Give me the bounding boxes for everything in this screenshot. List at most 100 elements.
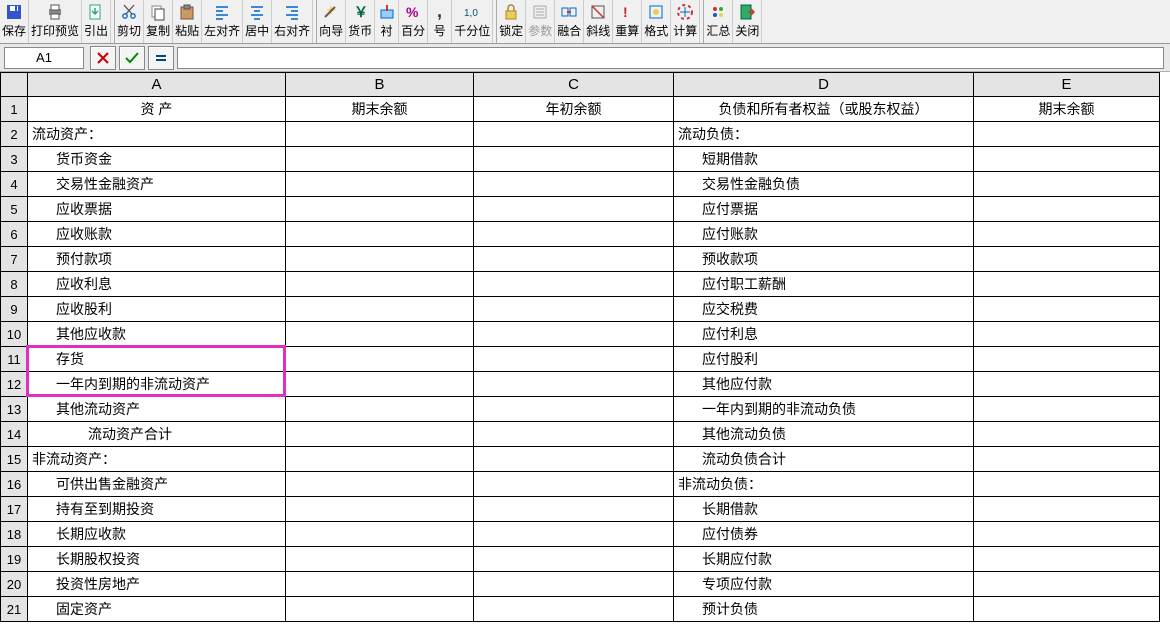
lock-button[interactable]: 锁定 <box>497 0 526 43</box>
cell-B9[interactable] <box>286 297 474 322</box>
cell-A12[interactable]: 一年内到期的非流动资产 <box>28 372 286 397</box>
cell-D5[interactable]: 应付票据 <box>674 197 974 222</box>
cell-B16[interactable] <box>286 472 474 497</box>
cell-D2[interactable]: 流动负债： <box>674 122 974 147</box>
row-header-12[interactable]: 12 <box>0 372 28 397</box>
wizard-button[interactable]: 向导 <box>317 0 346 43</box>
cell-D11[interactable]: 应付股利 <box>674 347 974 372</box>
row-header-3[interactable]: 3 <box>0 147 28 172</box>
cell-A7[interactable]: 预付款项 <box>28 247 286 272</box>
cell-A13[interactable]: 其他流动资产 <box>28 397 286 422</box>
row-header-8[interactable]: 8 <box>0 272 28 297</box>
cell-C12[interactable] <box>474 372 674 397</box>
cell-E10[interactable] <box>974 322 1160 347</box>
cell-A11[interactable]: 存货 <box>28 347 286 372</box>
cell-B7[interactable] <box>286 247 474 272</box>
params-button[interactable]: 参数 <box>526 0 555 43</box>
cell-C16[interactable] <box>474 472 674 497</box>
cell-D6[interactable]: 应付账款 <box>674 222 974 247</box>
column-header-C[interactable]: C <box>474 72 674 97</box>
cell-E15[interactable] <box>974 447 1160 472</box>
cell-E5[interactable] <box>974 197 1160 222</box>
cell-E12[interactable] <box>974 372 1160 397</box>
recalc-button[interactable]: !重算 <box>613 0 642 43</box>
row-header-21[interactable]: 21 <box>0 597 28 622</box>
cell-A6[interactable]: 应收账款 <box>28 222 286 247</box>
cell-D3[interactable]: 短期借款 <box>674 147 974 172</box>
cell-E6[interactable] <box>974 222 1160 247</box>
summary-button[interactable]: 汇总 <box>704 0 733 43</box>
cell-D15[interactable]: 流动负债合计 <box>674 447 974 472</box>
cell-D4[interactable]: 交易性金融负债 <box>674 172 974 197</box>
cell-C7[interactable] <box>474 247 674 272</box>
cell-D14[interactable]: 其他流动负债 <box>674 422 974 447</box>
cell-A5[interactable]: 应收票据 <box>28 197 286 222</box>
close-button[interactable]: 关闭 <box>733 0 762 43</box>
cell-C15[interactable] <box>474 447 674 472</box>
cell-E1[interactable]: 期末余额 <box>974 97 1160 122</box>
row-header-13[interactable]: 13 <box>0 397 28 422</box>
cell-D7[interactable]: 预收款项 <box>674 247 974 272</box>
cell-C21[interactable] <box>474 597 674 622</box>
cell-B3[interactable] <box>286 147 474 172</box>
cell-B19[interactable] <box>286 547 474 572</box>
copy-button[interactable]: 复制 <box>144 0 173 43</box>
cell-E7[interactable] <box>974 247 1160 272</box>
cell-B8[interactable] <box>286 272 474 297</box>
cell-E16[interactable] <box>974 472 1160 497</box>
calc-button[interactable]: 计算 <box>671 0 700 43</box>
cell-C4[interactable] <box>474 172 674 197</box>
column-header-A[interactable]: A <box>28 72 286 97</box>
cell-B6[interactable] <box>286 222 474 247</box>
column-header-E[interactable]: E <box>974 72 1160 97</box>
cell-E3[interactable] <box>974 147 1160 172</box>
cell-E20[interactable] <box>974 572 1160 597</box>
paste-button[interactable]: 粘贴 <box>173 0 202 43</box>
cell-C18[interactable] <box>474 522 674 547</box>
cell-C11[interactable] <box>474 347 674 372</box>
cell-A3[interactable]: 货币资金 <box>28 147 286 172</box>
cell-A20[interactable]: 投资性房地产 <box>28 572 286 597</box>
cell-C1[interactable]: 年初余额 <box>474 97 674 122</box>
cell-D8[interactable]: 应付职工薪酬 <box>674 272 974 297</box>
cell-D18[interactable]: 应付债券 <box>674 522 974 547</box>
cell-D9[interactable]: 应交税费 <box>674 297 974 322</box>
row-header-7[interactable]: 7 <box>0 247 28 272</box>
cell-E2[interactable] <box>974 122 1160 147</box>
cell-A9[interactable]: 应收股利 <box>28 297 286 322</box>
fill-button[interactable]: 衬 <box>375 0 399 43</box>
row-header-16[interactable]: 16 <box>0 472 28 497</box>
align-center-button[interactable]: 居中 <box>243 0 272 43</box>
cell-D21[interactable]: 预计负债 <box>674 597 974 622</box>
row-header-1[interactable]: 1 <box>0 97 28 122</box>
cell-A10[interactable]: 其他应收款 <box>28 322 286 347</box>
thousands-button[interactable]: 1,0千分位 <box>452 0 493 43</box>
cell-E18[interactable] <box>974 522 1160 547</box>
align-right-button[interactable]: 右对齐 <box>272 0 313 43</box>
cell-B12[interactable] <box>286 372 474 397</box>
cell-C9[interactable] <box>474 297 674 322</box>
cell-E8[interactable] <box>974 272 1160 297</box>
cell-A18[interactable]: 长期应收款 <box>28 522 286 547</box>
row-header-17[interactable]: 17 <box>0 497 28 522</box>
row-header-6[interactable]: 6 <box>0 222 28 247</box>
cell-A17[interactable]: 持有至到期投资 <box>28 497 286 522</box>
cell-C14[interactable] <box>474 422 674 447</box>
formula-input[interactable] <box>177 47 1164 69</box>
cell-D16[interactable]: 非流动负债： <box>674 472 974 497</box>
formula-equals-button[interactable] <box>148 46 174 70</box>
cell-A16[interactable]: 可供出售金融资产 <box>28 472 286 497</box>
percent-button[interactable]: %百分 <box>399 0 428 43</box>
cell-B10[interactable] <box>286 322 474 347</box>
cell-C3[interactable] <box>474 147 674 172</box>
grid-corner[interactable] <box>0 72 28 97</box>
cell-B13[interactable] <box>286 397 474 422</box>
print-preview-button[interactable]: 打印预览 <box>29 0 82 43</box>
cell-C13[interactable] <box>474 397 674 422</box>
column-header-D[interactable]: D <box>674 72 974 97</box>
cell-E21[interactable] <box>974 597 1160 622</box>
cell-C2[interactable] <box>474 122 674 147</box>
cell-B15[interactable] <box>286 447 474 472</box>
cell-E17[interactable] <box>974 497 1160 522</box>
cell-C19[interactable] <box>474 547 674 572</box>
